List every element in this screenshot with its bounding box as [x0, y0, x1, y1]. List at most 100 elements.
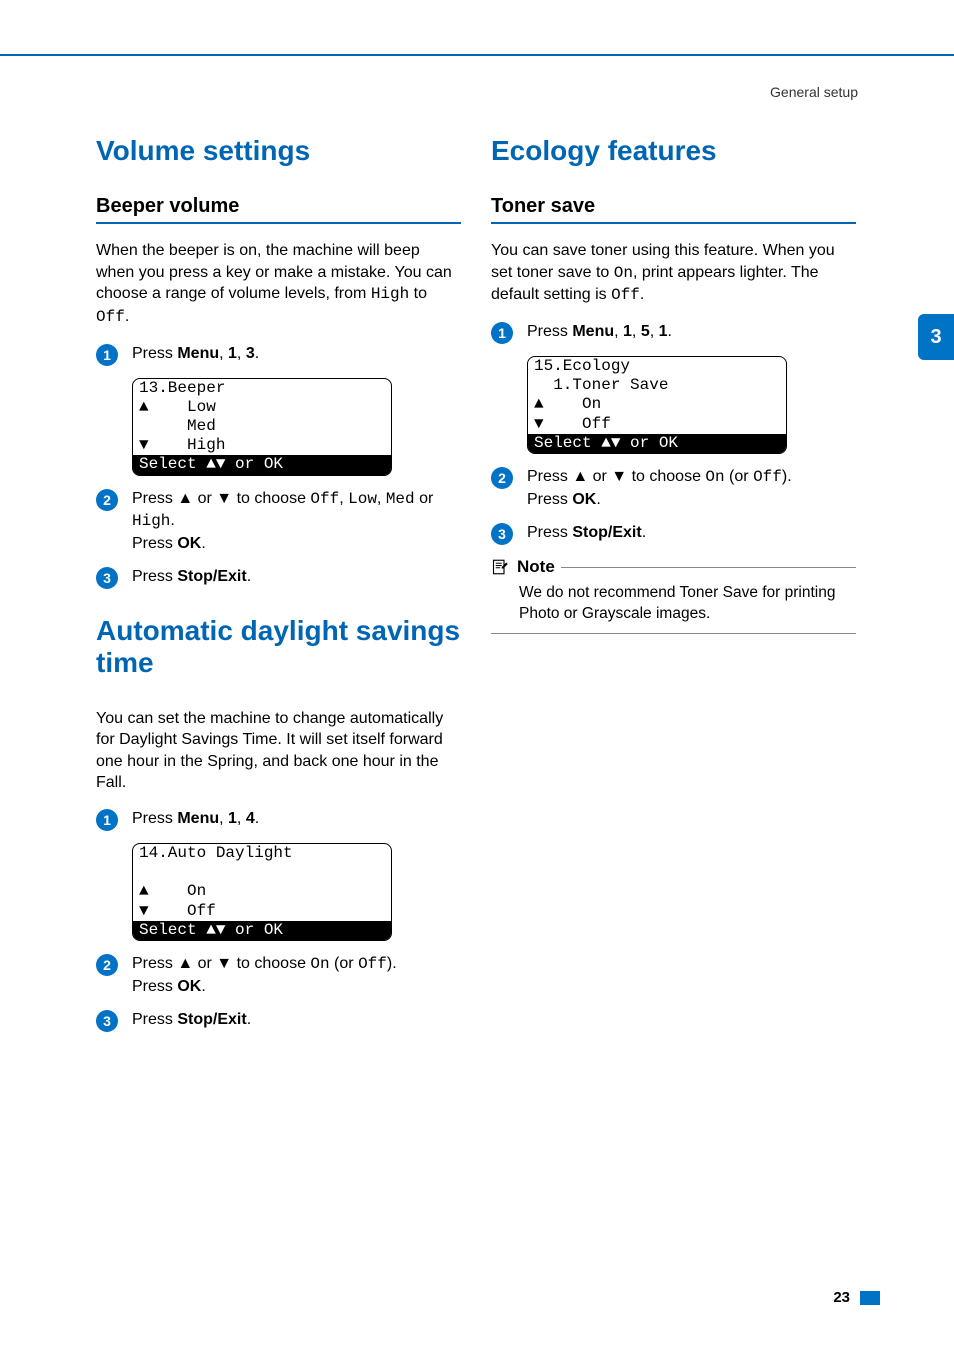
code: Off — [753, 468, 782, 486]
lcd-line: 15.Ecology — [528, 357, 786, 376]
text: Press — [132, 345, 177, 362]
lcd-line: 1.Toner Save — [528, 376, 786, 395]
key-ok: OK — [177, 978, 201, 995]
text: or — [415, 490, 434, 507]
beeper-step-3: 3 Press Stop/Exit. — [96, 566, 461, 589]
heading-ecology-features: Ecology features — [491, 135, 856, 167]
text: Press — [132, 978, 177, 995]
text: , — [650, 323, 659, 340]
page-number: 23 — [833, 1289, 850, 1306]
lcd-beeper: 13.Beeper ▲ Low Med ▼ High Select ▲▼ or … — [132, 378, 392, 476]
key-stop-exit: Stop/Exit — [177, 568, 246, 585]
chapter-side-tab: 3 — [918, 314, 954, 360]
step-number-icon: 2 — [96, 954, 118, 976]
text: , — [377, 490, 386, 507]
text: Press ▲ or ▼ to choose — [527, 468, 705, 485]
lcd-line: ▼ Off — [528, 415, 786, 434]
text: Press — [132, 810, 177, 827]
key-1: 1 — [228, 810, 237, 827]
lcd-line: ▲ On — [528, 395, 786, 414]
note-block: Note We do not recommend Toner Save for … — [491, 557, 856, 634]
step-number-icon: 1 — [96, 344, 118, 366]
text: . — [255, 810, 259, 827]
daylight-step-2: 2 Press ▲ or ▼ to choose On (or Off). Pr… — [96, 953, 461, 997]
text: ). — [782, 468, 792, 485]
lcd-line: Med — [133, 417, 391, 436]
beeper-step-1: 1 Press Menu, 1, 3. — [96, 343, 461, 366]
beeper-step-2: 2 Press ▲ or ▼ to choose Off, Low, Med o… — [96, 488, 461, 555]
page-content: Volume settings Beeper volume When the b… — [96, 135, 856, 1044]
text: Press ▲ or ▼ to choose — [132, 955, 310, 972]
step-body: Press Stop/Exit. — [527, 522, 856, 544]
step-number-icon: 2 — [96, 489, 118, 511]
right-column: Ecology features Toner save You can save… — [491, 135, 856, 1044]
text: , — [614, 323, 623, 340]
lcd-line: 13.Beeper — [133, 379, 391, 398]
key-1: 1 — [228, 345, 237, 362]
text: , — [339, 490, 348, 507]
text: . — [640, 286, 644, 303]
text: . — [642, 524, 646, 541]
toner-step-2: 2 Press ▲ or ▼ to choose On (or Off). Pr… — [491, 466, 856, 510]
text: Press — [527, 491, 572, 508]
text: . — [247, 568, 251, 585]
text: . — [170, 512, 174, 529]
note-rule — [561, 567, 856, 568]
lcd-line-inverted: Select ▲▼ or OK — [133, 921, 391, 940]
step-body: Press ▲ or ▼ to choose On (or Off). Pres… — [527, 466, 856, 510]
text: , — [632, 323, 641, 340]
text: Press — [132, 568, 177, 585]
code: On — [705, 468, 724, 486]
text: (or — [725, 468, 753, 485]
key-5: 5 — [641, 323, 650, 340]
text: , — [219, 810, 228, 827]
note-header: Note — [491, 557, 856, 577]
key-ok: OK — [572, 491, 596, 508]
pencil-note-icon — [491, 558, 511, 576]
step-number-icon: 1 — [491, 322, 513, 344]
text: Press — [132, 1011, 177, 1028]
daylight-step-1: 1 Press Menu, 1, 4. — [96, 808, 461, 831]
step-number-icon: 2 — [491, 467, 513, 489]
code: Off — [358, 955, 387, 973]
code: High — [132, 512, 170, 530]
beeper-intro: When the beeper is on, the machine will … — [96, 240, 461, 328]
lcd-toner: 15.Ecology 1.Toner Save ▲ On ▼ Off Selec… — [527, 356, 787, 454]
step-body: Press Menu, 1, 4. — [132, 808, 461, 830]
subheading-toner-save: Toner save — [491, 195, 856, 224]
text: to — [409, 285, 427, 302]
lcd-line: ▼ Off — [133, 902, 391, 921]
step-body: Press Stop/Exit. — [132, 1009, 461, 1031]
left-column: Volume settings Beeper volume When the b… — [96, 135, 461, 1044]
code: On — [310, 955, 329, 973]
lcd-line: ▼ High — [133, 436, 391, 455]
text: Press ▲ or ▼ to choose — [132, 490, 310, 507]
step-body: Press ▲ or ▼ to choose Off, Low, Med or … — [132, 488, 461, 555]
step-body: Press Menu, 1, 3. — [132, 343, 461, 365]
toner-step-3: 3 Press Stop/Exit. — [491, 522, 856, 545]
text: ). — [387, 955, 397, 972]
key-4: 4 — [246, 810, 255, 827]
lcd-daylight: 14.Auto Daylight ▲ On ▼ Off Select ▲▼ or… — [132, 843, 392, 941]
text: Press — [132, 535, 177, 552]
key-ok: OK — [177, 535, 201, 552]
lcd-line: ▲ On — [133, 882, 391, 901]
key-1b: 1 — [659, 323, 668, 340]
page-footer: 23 — [833, 1289, 880, 1306]
step-body: Press Stop/Exit. — [132, 566, 461, 588]
step-number-icon: 3 — [96, 567, 118, 589]
lcd-line-inverted: Select ▲▼ or OK — [133, 455, 391, 474]
code-high: High — [371, 285, 409, 303]
text: , — [237, 810, 246, 827]
subheading-beeper-volume: Beeper volume — [96, 195, 461, 224]
toner-step-1: 1 Press Menu, 1, 5, 1. — [491, 321, 856, 344]
code: Med — [386, 490, 415, 508]
text: . — [247, 1011, 251, 1028]
text: . — [255, 345, 259, 362]
code: On — [614, 264, 633, 282]
text: . — [668, 323, 672, 340]
key-menu: Menu — [572, 323, 614, 340]
code-off: Off — [96, 308, 125, 326]
step-number-icon: 1 — [96, 809, 118, 831]
note-body: We do not recommend Toner Save for print… — [491, 581, 856, 634]
